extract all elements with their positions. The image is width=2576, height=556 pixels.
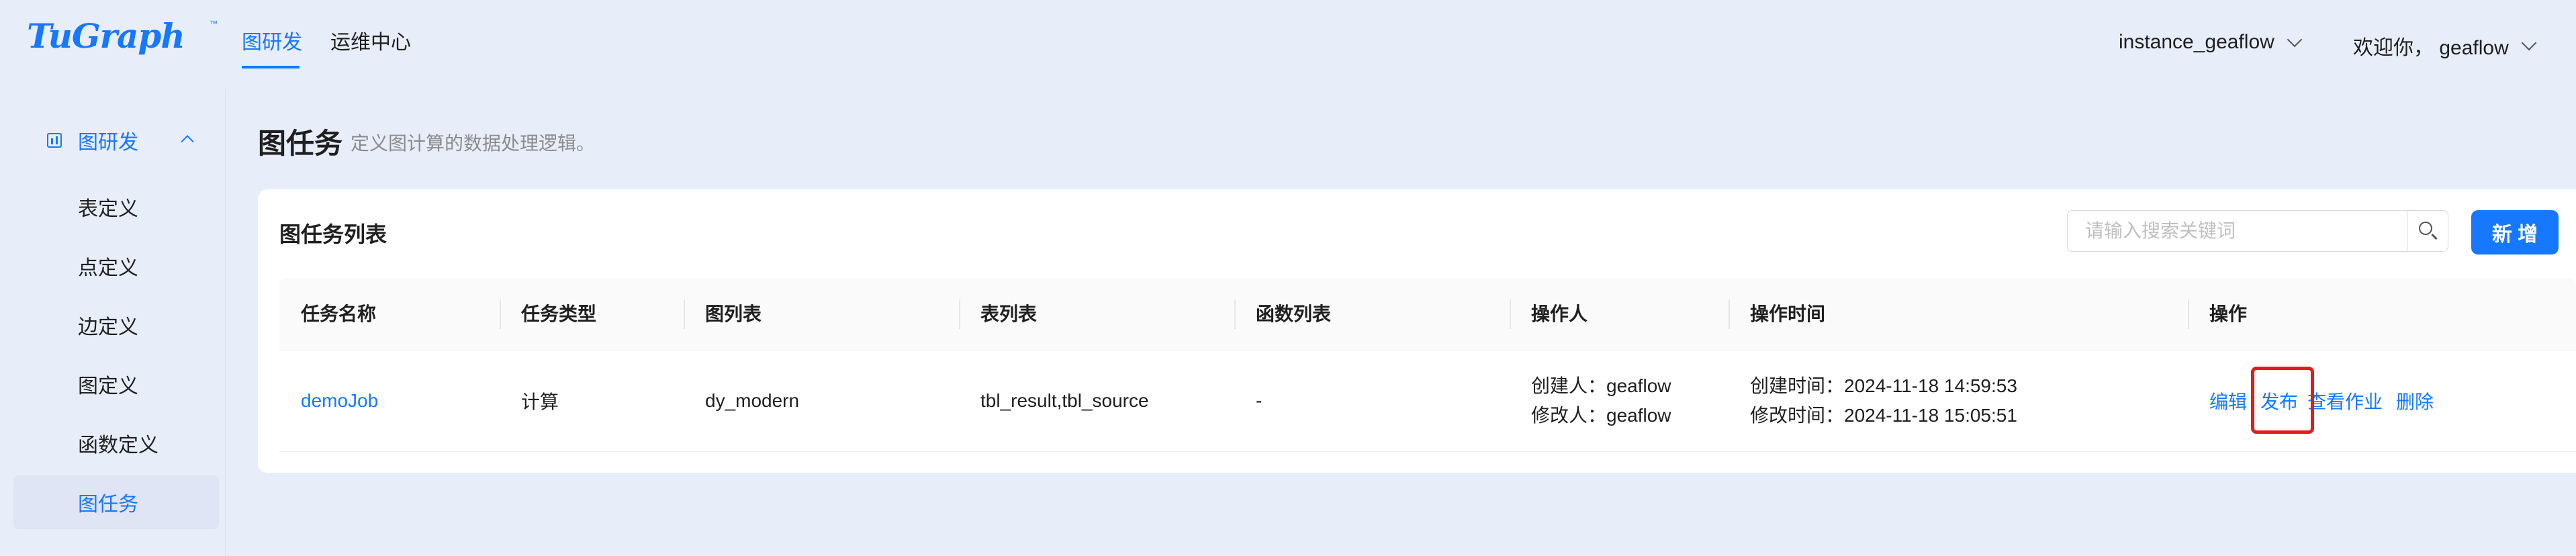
cell-operator: 创建人：geaflow 修改人：geaflow <box>1510 351 1729 451</box>
task-list-card: 图任务列表 新 增 任务名称 任务类型 图列表 表列表 函数列表 操作人 操作时… <box>258 189 2576 473</box>
sidebar-item-graph-task[interactable]: 图任务 <box>13 475 219 529</box>
instance-name: instance_geaflow <box>2119 31 2274 53</box>
publish-highlight-box <box>2251 367 2314 434</box>
sidebar-item-edge-def[interactable]: 边定义 <box>13 298 219 352</box>
search-icon-handle <box>2431 233 2438 240</box>
column-header-actions: 操作 <box>2209 304 2248 324</box>
cell-task-type: 计算 <box>521 391 559 412</box>
sidebar-item-vertex-def[interactable]: 点定义 <box>13 239 219 293</box>
created-time-text: 创建时间：2024-11-18 14:59:53 <box>1750 375 2017 396</box>
chevron-down-icon <box>2521 35 2537 51</box>
chevron-up-icon <box>181 135 194 148</box>
column-header-task-type: 任务类型 <box>521 304 597 324</box>
task-name-link[interactable]: demoJob <box>301 390 378 412</box>
cell-actions: 编辑 发布 查看作业 删除 <box>2188 351 2576 451</box>
column-header-operation-time: 操作时间 <box>1750 304 1826 324</box>
search-icon <box>2419 222 2432 235</box>
column-header-task-name: 任务名称 <box>301 304 377 324</box>
chevron-down-icon <box>2287 32 2303 48</box>
search-field[interactable] <box>2067 210 2408 252</box>
page-title: 图任务 <box>258 128 343 159</box>
page-description: 定义图计算的数据处理逻辑。 <box>351 133 596 154</box>
cell-table-list: tbl_result,tbl_source <box>980 390 1149 411</box>
column-header-operator: 操作人 <box>1531 304 1588 324</box>
logo-trademark: ™ <box>210 19 218 28</box>
user-dropdown[interactable]: 欢迎你， geaflow <box>2353 31 2537 60</box>
sidebar-item-table-def[interactable]: 表定义 <box>13 180 219 234</box>
search-input[interactable] <box>2084 211 2402 251</box>
top-header: TuGraph ™ 图研发 运维中心 instance_geaflow 欢迎你，… <box>0 0 2576 87</box>
chart-icon <box>47 133 62 148</box>
column-header-function-list: 函数列表 <box>1256 304 1332 324</box>
cell-graph-list: dy_modern <box>705 390 800 411</box>
logo-text: TuGraph <box>27 16 185 56</box>
edit-link[interactable]: 编辑 <box>2209 387 2247 414</box>
cell-operation-time: 创建时间：2024-11-18 14:59:53 修改时间：2024-11-18… <box>1729 351 2188 451</box>
search-button[interactable] <box>2407 210 2448 252</box>
sidebar-item-function-def[interactable]: 函数定义 <box>13 416 219 470</box>
modifier-text: 修改人：geaflow <box>1531 405 1671 426</box>
view-job-link[interactable]: 查看作业 <box>2307 387 2383 414</box>
user-greeting: 欢迎你， geaflow <box>2353 37 2509 59</box>
sidebar: 图研发 表定义 点定义 边定义 图定义 函数定义 图任务 <box>0 87 226 556</box>
table-header: 任务名称 任务类型 图列表 表列表 函数列表 操作人 操作时间 操作 <box>279 278 2576 351</box>
modified-time-text: 修改时间：2024-11-18 15:05:51 <box>1750 405 2017 426</box>
sidebar-item-graph-def[interactable]: 图定义 <box>13 357 219 411</box>
cell-task-name: demoJob <box>279 351 500 451</box>
tugraph-logo[interactable]: TuGraph ™ <box>27 16 218 63</box>
column-header-graph-list: 图列表 <box>705 304 762 324</box>
sidebar-group-label: 图研发 <box>78 132 138 154</box>
add-button[interactable]: 新 增 <box>2471 210 2559 254</box>
column-header-table-list: 表列表 <box>980 304 1038 324</box>
card-title: 图任务列表 <box>279 222 387 246</box>
sidebar-group-graph-dev[interactable]: 图研发 <box>13 114 219 167</box>
creator-text: 创建人：geaflow <box>1531 375 1671 396</box>
nav-tab-graph-dev[interactable]: 图研发 <box>242 26 302 55</box>
nav-active-underline <box>242 66 300 68</box>
table-row: demoJob 计算 dy_modern tbl_result,tbl_sour… <box>279 351 2576 452</box>
instance-dropdown[interactable]: instance_geaflow <box>2119 31 2303 54</box>
nav-tab-ops-center[interactable]: 运维中心 <box>330 26 411 55</box>
cell-function-list: - <box>1256 390 1262 411</box>
delete-link[interactable]: 删除 <box>2396 387 2434 414</box>
